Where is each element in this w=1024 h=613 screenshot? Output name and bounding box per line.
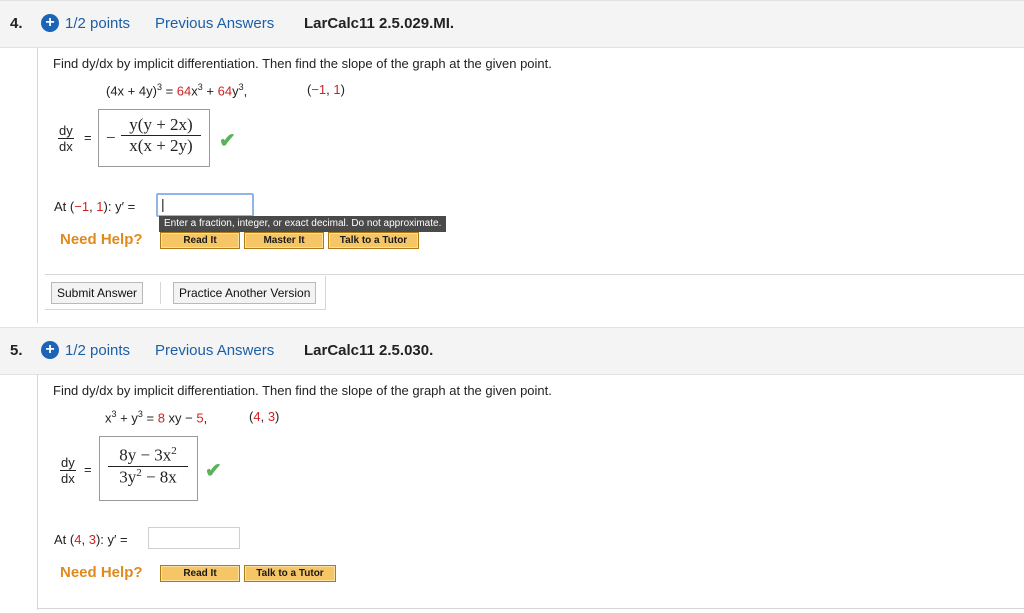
equation-plus: + (206, 83, 214, 99)
point-y: 1 (333, 82, 341, 97)
dx-label: dx (61, 471, 75, 486)
equation-coefficient: 64 (176, 83, 192, 99)
denominator-rest: − 8x (141, 467, 177, 487)
equation-constant: 5 (196, 410, 204, 426)
previous-answers-link[interactable]: Previous Answers (155, 15, 274, 32)
master-it-button[interactable]: Master It (244, 232, 324, 249)
submit-answer-button[interactable]: Submit Answer (51, 282, 144, 304)
given-point: (4, 3) (249, 409, 279, 424)
point-paren: ) (340, 82, 345, 97)
slope-input[interactable] (148, 527, 240, 549)
points-link[interactable]: 1/2 points (65, 342, 130, 359)
instructions: Find dy/dx by implicit differentiation. … (53, 383, 552, 398)
slope-input[interactable]: | (156, 193, 254, 217)
dy-label: dy (58, 123, 74, 139)
point-separator: , (326, 82, 330, 97)
vertical-divider (160, 282, 161, 304)
expand-plus-icon[interactable]: + (41, 14, 59, 32)
numerator-exponent: 2 (171, 445, 177, 457)
answer-numerator: y(y + 2x) (129, 115, 193, 134)
correct-check-icon: ✔ (205, 460, 222, 482)
denominator-text: 3y (119, 467, 137, 487)
divider (45, 274, 1024, 275)
talk-to-tutor-button[interactable]: Talk to a Tutor (328, 232, 419, 249)
equation-comma: , (203, 410, 208, 426)
dy-dx-label: dy dx (60, 455, 76, 486)
equation: x3 + y3 = 8 xy − 5, (105, 409, 207, 425)
input-tooltip: Enter a fraction, integer, or exact deci… (159, 216, 447, 232)
equals-sign: = (84, 462, 92, 477)
answer-denominator: 3y2 − 8x (108, 467, 188, 488)
slope-suffix: ): y′ = (103, 199, 136, 214)
points-link[interactable]: 1/2 points (65, 15, 130, 32)
numerator-text: 8y − 3x (119, 445, 172, 465)
read-it-button[interactable]: Read It (160, 565, 240, 582)
need-help-label: Need Help? (60, 231, 143, 248)
slope-prompt: At (4, 3): y′ = (54, 532, 128, 547)
talk-to-tutor-button[interactable]: Talk to a Tutor (244, 565, 336, 582)
slope-prompt: At (−1, 1): y′ = (54, 199, 135, 214)
question-number: 5. (10, 342, 23, 359)
equation-comma: , (243, 83, 248, 99)
equals-sign: = (84, 130, 92, 145)
question-4-header: 4. + 1/2 points Previous Answers LarCalc… (0, 0, 1024, 48)
slope-prefix: At ( (54, 199, 75, 214)
dx-label: dx (59, 139, 73, 154)
equation-equals: = (142, 410, 155, 426)
answer-fraction: 8y − 3x2 3y2 − 8x (108, 445, 188, 487)
slope-point-y: 1 (96, 199, 104, 214)
equation-middle: xy − (164, 410, 197, 426)
practice-another-version-button[interactable]: Practice Another Version (173, 282, 317, 304)
answer-box: 8y − 3x2 3y2 − 8x (99, 436, 198, 501)
dy-dx-label: dy dx (58, 123, 74, 154)
dy-label: dy (60, 455, 76, 471)
point-x: −1 (311, 82, 327, 97)
need-help-label: Need Help? (60, 564, 143, 581)
instructions: Find dy/dx by implicit differentiation. … (53, 56, 552, 71)
vertical-divider (325, 276, 326, 309)
slope-suffix: ): y′ = (95, 532, 128, 547)
expand-plus-icon[interactable]: + (41, 341, 59, 359)
divider (45, 309, 326, 310)
point-paren: ) (275, 409, 280, 424)
equation-exponent: 3 (197, 82, 203, 92)
minus-sign: − (106, 128, 116, 147)
equation-lhs-exponent: 3 (156, 82, 162, 92)
previous-answers-link[interactable]: Previous Answers (155, 342, 274, 359)
question-reference: LarCalc11 2.5.030. (304, 342, 434, 359)
point-x: 4 (253, 409, 261, 424)
answer-numerator: 8y − 3x2 (108, 445, 188, 466)
answer-fraction: y(y + 2x) x(x + 2y) (121, 115, 201, 156)
correct-check-icon: ✔ (219, 130, 236, 152)
slope-separator: , (81, 532, 89, 547)
slope-prefix: At ( (54, 532, 75, 547)
slope-point-x: −1 (74, 199, 90, 214)
equation-equals: = (165, 83, 174, 99)
question-reference: LarCalc11 2.5.029.MI. (304, 15, 455, 32)
slope-point-y: 3 (88, 532, 96, 547)
equation-coefficient: 8 (157, 410, 165, 426)
equation-coefficient: 64 (217, 83, 233, 99)
text-cursor: | (161, 196, 165, 212)
point-y: 3 (267, 409, 276, 424)
given-point: (−1, 1) (307, 82, 345, 97)
answer-denominator: x(x + 2y) (129, 136, 193, 155)
point-separator: , (260, 409, 268, 424)
equation-lhs: (4x + 4y) (106, 83, 157, 99)
answer-box: − y(y + 2x) x(x + 2y) (98, 109, 210, 167)
question-5-header: 5. + 1/2 points Previous Answers LarCalc… (0, 327, 1024, 375)
equation-plus-y: + y (116, 410, 138, 426)
question-number: 4. (10, 15, 23, 32)
divider (37, 608, 1024, 609)
equation: (4x + 4y)3 = 64x3 + 64y3, (106, 82, 247, 98)
read-it-button[interactable]: Read It (160, 232, 240, 249)
